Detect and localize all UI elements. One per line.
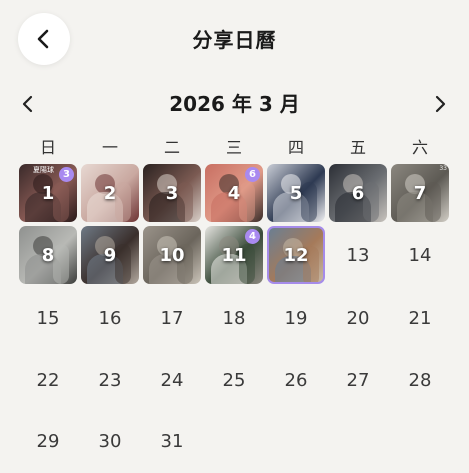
- calendar-day-31[interactable]: 31: [143, 412, 201, 470]
- calendar-grid: 夏陽球 1 3 2 3 4 6 5 6 33 7 8 9 10 11 4 12 13 14 15 16 17 18 19 20 2…: [0, 0, 469, 473]
- day-number: 30: [98, 430, 122, 452]
- photo-figure: [53, 244, 69, 284]
- day-number: 25: [222, 369, 246, 391]
- calendar-day-20[interactable]: 20: [329, 289, 387, 347]
- day-number: 14: [408, 244, 432, 266]
- day-number: 11: [221, 244, 247, 266]
- day-number: 13: [346, 244, 370, 266]
- calendar-day-18[interactable]: 18: [205, 289, 263, 347]
- calendar-day-23[interactable]: 23: [81, 351, 139, 409]
- calendar-day-5[interactable]: 5: [267, 164, 325, 222]
- day-number: 26: [284, 369, 308, 391]
- calendar-day-27[interactable]: 27: [329, 351, 387, 409]
- calendar-day-14[interactable]: 14: [391, 226, 449, 284]
- day-number: 7: [413, 182, 427, 204]
- photo-count-badge: 4: [245, 229, 260, 244]
- calendar-day-6[interactable]: 6: [329, 164, 387, 222]
- calendar-day-1[interactable]: 夏陽球 1 3: [19, 164, 77, 222]
- calendar-day-28[interactable]: 28: [391, 351, 449, 409]
- calendar-day-12[interactable]: 12: [267, 226, 325, 284]
- photo-caption: 夏陽球: [33, 166, 54, 174]
- calendar-day-7[interactable]: 33 7: [391, 164, 449, 222]
- photo-count-badge: 6: [245, 167, 260, 182]
- photo-figure: [363, 182, 379, 222]
- calendar-day-10[interactable]: 10: [143, 226, 201, 284]
- calendar-day-19[interactable]: 19: [267, 289, 325, 347]
- calendar-day-9[interactable]: 9: [81, 226, 139, 284]
- photo-caption: 33: [439, 165, 447, 172]
- calendar-day-30[interactable]: 30: [81, 412, 139, 470]
- day-number: 27: [346, 369, 370, 391]
- day-number: 21: [408, 307, 432, 329]
- calendar-day-24[interactable]: 24: [143, 351, 201, 409]
- day-number: 1: [41, 182, 55, 204]
- calendar-day-3[interactable]: 3: [143, 164, 201, 222]
- day-number: 31: [160, 430, 184, 452]
- calendar-day-15[interactable]: 15: [19, 289, 77, 347]
- photo-figure: [115, 244, 131, 284]
- day-number: 9: [103, 244, 117, 266]
- day-number: 20: [346, 307, 370, 329]
- calendar-day-2[interactable]: 2: [81, 164, 139, 222]
- day-number: 23: [98, 369, 122, 391]
- photo-figure: [115, 182, 131, 222]
- day-number: 24: [160, 369, 184, 391]
- day-number: 4: [227, 182, 241, 204]
- day-number: 6: [351, 182, 365, 204]
- day-number: 3: [165, 182, 179, 204]
- calendar-day-4[interactable]: 46: [205, 164, 263, 222]
- day-number: 29: [36, 430, 60, 452]
- calendar-day-29[interactable]: 29: [19, 412, 77, 470]
- calendar-day-13[interactable]: 13: [329, 226, 387, 284]
- day-number: 15: [36, 307, 60, 329]
- calendar-day-11[interactable]: 11 4: [205, 226, 263, 284]
- photo-figure: [53, 182, 69, 222]
- day-number: 8: [41, 244, 55, 266]
- day-number: 5: [289, 182, 303, 204]
- calendar-day-26[interactable]: 26: [267, 351, 325, 409]
- calendar-day-17[interactable]: 17: [143, 289, 201, 347]
- day-number: 12: [283, 244, 309, 266]
- calendar-day-16[interactable]: 16: [81, 289, 139, 347]
- day-number: 28: [408, 369, 432, 391]
- day-number: 2: [103, 182, 117, 204]
- day-number: 17: [160, 307, 184, 329]
- photo-figure: [425, 182, 441, 222]
- photo-count-badge: 3: [59, 167, 74, 182]
- photo-figure: [301, 182, 317, 222]
- photo-figure: [177, 182, 193, 222]
- day-number: 18: [222, 307, 246, 329]
- share-calendar-screen: 分享日曆 2026 年 3 月 日一二三四五六 夏陽球 1 3 2 3 4 6 5 6 33 7 8 9…: [0, 0, 469, 473]
- day-number: 22: [36, 369, 60, 391]
- day-number: 19: [284, 307, 308, 329]
- calendar-day-21[interactable]: 21: [391, 289, 449, 347]
- day-number: 16: [98, 307, 122, 329]
- calendar-day-22[interactable]: 22: [19, 351, 77, 409]
- photo-figure: [239, 182, 255, 222]
- calendar-day-25[interactable]: 25: [205, 351, 263, 409]
- day-number: 10: [159, 244, 185, 266]
- calendar-day-8[interactable]: 8: [19, 226, 77, 284]
